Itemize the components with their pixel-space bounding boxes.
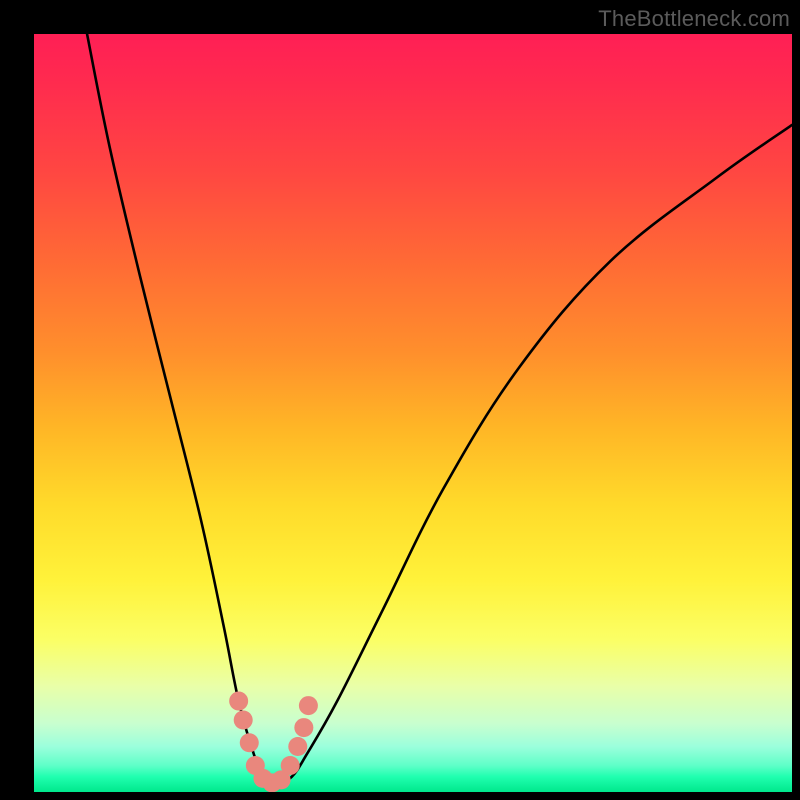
curve-layer	[34, 34, 792, 792]
marker-dots	[229, 692, 318, 792]
plot-area	[34, 34, 792, 792]
chart-frame: TheBottleneck.com	[0, 0, 800, 800]
bottleneck-curve	[87, 34, 792, 785]
watermark-text: TheBottleneck.com	[598, 6, 790, 32]
